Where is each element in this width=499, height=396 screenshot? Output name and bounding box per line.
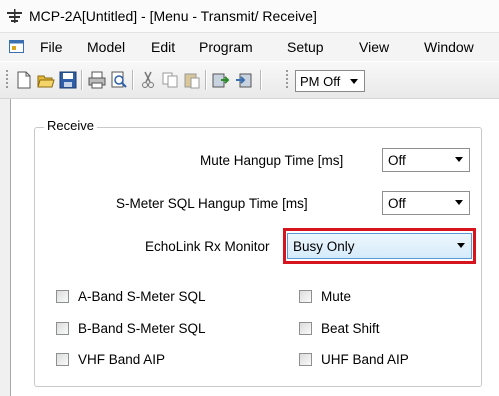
checkbox-label: B-Band S-Meter SQL	[78, 321, 206, 336]
toolbar-grip[interactable]	[6, 70, 8, 90]
read-from-radio-icon[interactable]	[212, 71, 230, 89]
checkbox-box[interactable]	[299, 290, 312, 303]
pm-select[interactable]: PM Off	[295, 70, 365, 92]
app-icon	[7, 9, 22, 23]
menu-edit[interactable]: Edit	[151, 39, 175, 55]
chevron-down-icon	[350, 79, 358, 84]
mute-hangup-select[interactable]: Off	[382, 148, 470, 172]
title-bar: MCP-2A[Untitled] - [Menu - Transmit/ Rec…	[0, 0, 499, 33]
receive-group-caption: Receive	[44, 118, 97, 133]
paste-icon[interactable]	[183, 71, 201, 89]
chevron-down-icon	[455, 200, 463, 205]
mute-hangup-label: Mute Hangup Time [ms]	[200, 153, 344, 168]
toolbar-separator	[132, 70, 134, 90]
save-icon[interactable]	[59, 71, 77, 89]
write-to-radio-icon[interactable]	[234, 71, 252, 89]
toolbar-separator	[260, 70, 262, 90]
menu-model[interactable]: Model	[87, 39, 125, 55]
menu-setup[interactable]: Setup	[287, 39, 324, 55]
child-window-icon[interactable]	[9, 40, 24, 53]
checkbox-label: Beat Shift	[321, 321, 380, 336]
checkbox-box[interactable]	[56, 290, 69, 303]
open-icon[interactable]	[37, 71, 55, 89]
checkbox-label: UHF Band AIP	[321, 352, 409, 367]
print-preview-icon[interactable]	[110, 71, 128, 89]
mdi-left-edge	[0, 99, 11, 396]
pm-select-value: PM Off	[300, 74, 341, 89]
checkbox-box[interactable]	[56, 322, 69, 335]
window-title: MCP-2A[Untitled] - [Menu - Transmit/ Rec…	[29, 8, 317, 24]
smeter-sql-hangup-label: S-Meter SQL Hangup Time [ms]	[116, 196, 308, 211]
checkbox-label: A-Band S-Meter SQL	[78, 289, 206, 304]
cut-icon[interactable]	[139, 71, 157, 89]
print-icon[interactable]	[88, 71, 106, 89]
checkbox-box[interactable]	[56, 353, 69, 366]
mute-hangup-value: Off	[388, 153, 406, 168]
menu-file[interactable]: File	[40, 39, 63, 55]
menu-window[interactable]: Window	[424, 39, 474, 55]
highlight-annotation	[283, 228, 476, 264]
toolbar: PM Off	[0, 62, 499, 99]
smeter-sql-hangup-select[interactable]: Off	[382, 191, 470, 215]
chevron-down-icon	[455, 157, 463, 162]
new-icon[interactable]	[15, 71, 33, 89]
menu-view[interactable]: View	[359, 39, 389, 55]
toolbar-grip[interactable]	[286, 70, 288, 90]
checkbox-label: Mute	[321, 289, 352, 304]
echolink-monitor-label: EchoLink Rx Monitor	[145, 239, 270, 254]
menu-program[interactable]: Program	[199, 39, 253, 55]
menu-bar: File Model Edit Program Setup View Windo…	[0, 33, 499, 61]
toolbar-separator	[81, 70, 83, 90]
checkbox-label: VHF Band AIP	[78, 352, 166, 367]
smeter-sql-hangup-value: Off	[388, 196, 406, 211]
copy-icon[interactable]	[161, 71, 179, 89]
checkbox-box[interactable]	[299, 353, 312, 366]
checkbox-box[interactable]	[299, 322, 312, 335]
toolbar-separator	[205, 70, 207, 90]
